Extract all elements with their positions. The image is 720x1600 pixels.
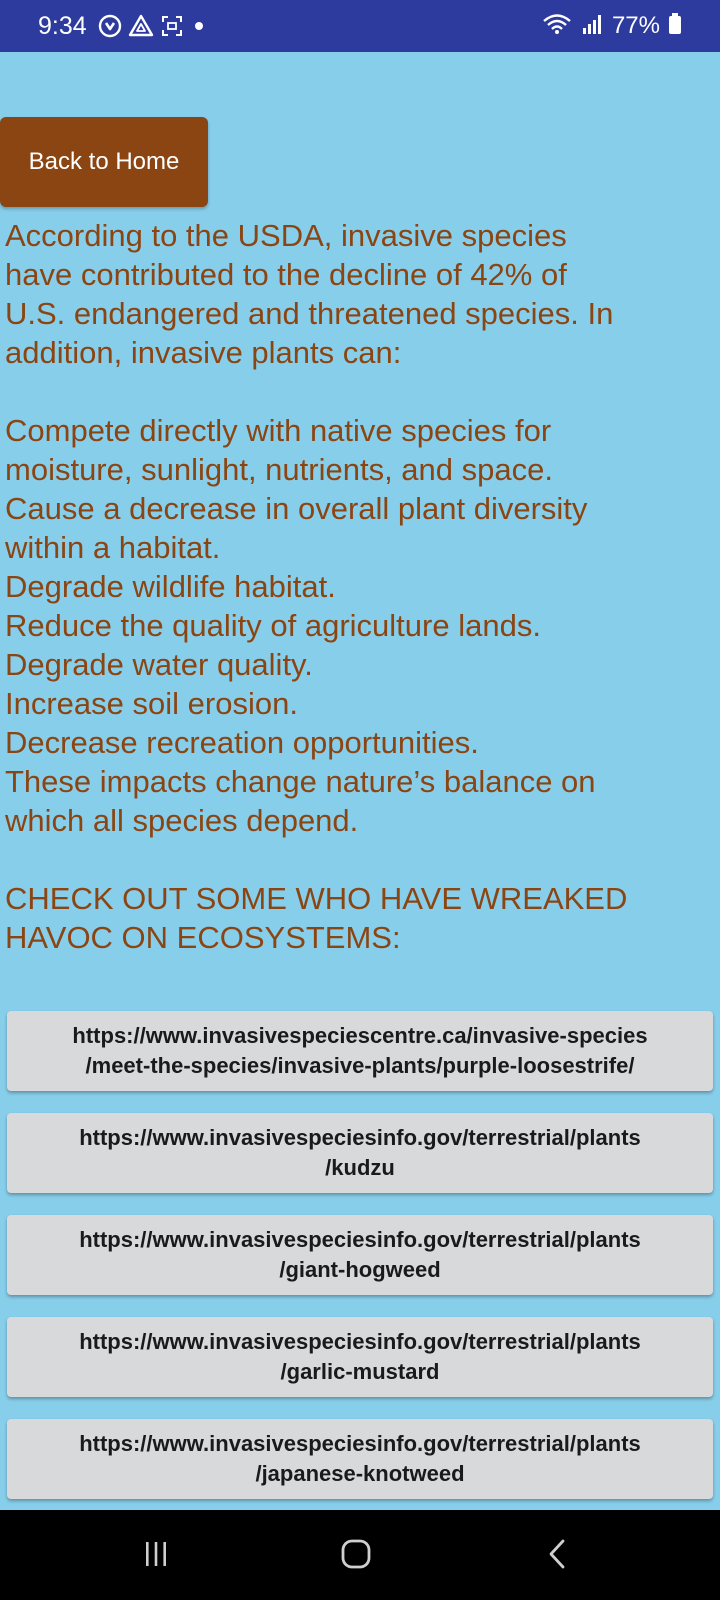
wifi-icon	[542, 12, 572, 41]
impact-line: Degrade wildlife habitat.	[5, 569, 336, 604]
status-notification-icons	[98, 12, 208, 40]
link-line: /japanese-knotweed	[255, 1461, 465, 1486]
link-line: https://www.invasivespeciesinfo.gov/terr…	[79, 1227, 641, 1252]
dot-icon	[190, 14, 208, 38]
link-line: /giant-hogweed	[279, 1257, 441, 1282]
link-text: https://www.invasivespeciesinfo.gov/terr…	[79, 1123, 641, 1183]
battery-icon	[668, 12, 682, 41]
drive-icon	[128, 14, 154, 38]
intro-line: U.S. endangered and threatened species. …	[5, 296, 614, 331]
check-out-heading-line: HAVOC ON ECOSYSTEMS:	[5, 920, 401, 955]
recent-apps-button[interactable]	[134, 1534, 178, 1578]
sync-icon	[98, 14, 122, 38]
impact-line: which all species depend.	[5, 803, 359, 838]
impact-line: Reduce the quality of agriculture lands.	[5, 608, 541, 643]
link-line: /kudzu	[325, 1155, 395, 1180]
home-button[interactable]	[334, 1534, 378, 1578]
intro-line: According to the USDA, invasive species	[5, 218, 567, 253]
status-time: 9:34	[38, 12, 87, 40]
battery-percentage: 77%	[611, 12, 660, 39]
intro-line: addition, invasive plants can:	[5, 335, 402, 370]
back-icon	[542, 1538, 574, 1575]
link-list: https://www.invasivespeciescentre.ca/inv…	[7, 1011, 713, 1521]
link-button-kudzu[interactable]: https://www.invasivespeciesinfo.gov/terr…	[7, 1113, 713, 1193]
impact-line: Increase soil erosion.	[5, 686, 298, 721]
status-system-icons: 77%	[542, 10, 682, 42]
link-line: https://www.invasivespeciescentre.ca/inv…	[72, 1023, 648, 1048]
home-icon	[339, 1537, 373, 1576]
screenshot-icon	[160, 14, 184, 38]
impact-line: Cause a decrease in overall plant divers…	[5, 491, 588, 526]
link-line: /garlic-mustard	[280, 1359, 440, 1384]
impact-line: Degrade water quality.	[5, 647, 313, 682]
impact-line: moisture, sunlight, nutrients, and space…	[5, 452, 553, 487]
info-text: According to the USDA, invasive species …	[5, 216, 705, 957]
back-to-home-button[interactable]: Back to Home	[0, 117, 208, 207]
signal-icon	[580, 12, 604, 41]
link-text: https://www.invasivespeciesinfo.gov/terr…	[79, 1327, 641, 1387]
link-line: https://www.invasivespeciesinfo.gov/terr…	[79, 1431, 641, 1456]
link-text: https://www.invasivespeciesinfo.gov/terr…	[79, 1429, 641, 1489]
link-line: /meet-the-species/invasive-plants/purple…	[85, 1053, 635, 1078]
status-bar: 9:34 77%	[0, 0, 720, 52]
back-nav-button[interactable]	[536, 1534, 580, 1578]
link-button-giant-hogweed[interactable]: https://www.invasivespeciesinfo.gov/terr…	[7, 1215, 713, 1295]
link-line: https://www.invasivespeciesinfo.gov/terr…	[79, 1329, 641, 1354]
impact-line: within a habitat.	[5, 530, 221, 565]
link-button-purple-loosestrife[interactable]: https://www.invasivespeciescentre.ca/inv…	[7, 1011, 713, 1091]
impact-line: These impacts change nature’s balance on	[5, 764, 596, 799]
link-button-japanese-knotweed[interactable]: https://www.invasivespeciesinfo.gov/terr…	[7, 1419, 713, 1499]
navigation-bar	[0, 1510, 720, 1600]
intro-line: have contributed to the decline of 42% o…	[5, 257, 567, 292]
impact-line: Decrease recreation opportunities.	[5, 725, 479, 760]
link-button-garlic-mustard[interactable]: https://www.invasivespeciesinfo.gov/terr…	[7, 1317, 713, 1397]
check-out-heading-line: CHECK OUT SOME WHO HAVE WREAKED	[5, 881, 628, 916]
link-text: https://www.invasivespeciescentre.ca/inv…	[72, 1021, 647, 1081]
impact-line: Compete directly with native species for	[5, 413, 552, 448]
recent-apps-icon	[140, 1538, 172, 1575]
link-line: https://www.invasivespeciesinfo.gov/terr…	[79, 1125, 641, 1150]
link-text: https://www.invasivespeciesinfo.gov/terr…	[79, 1225, 641, 1285]
